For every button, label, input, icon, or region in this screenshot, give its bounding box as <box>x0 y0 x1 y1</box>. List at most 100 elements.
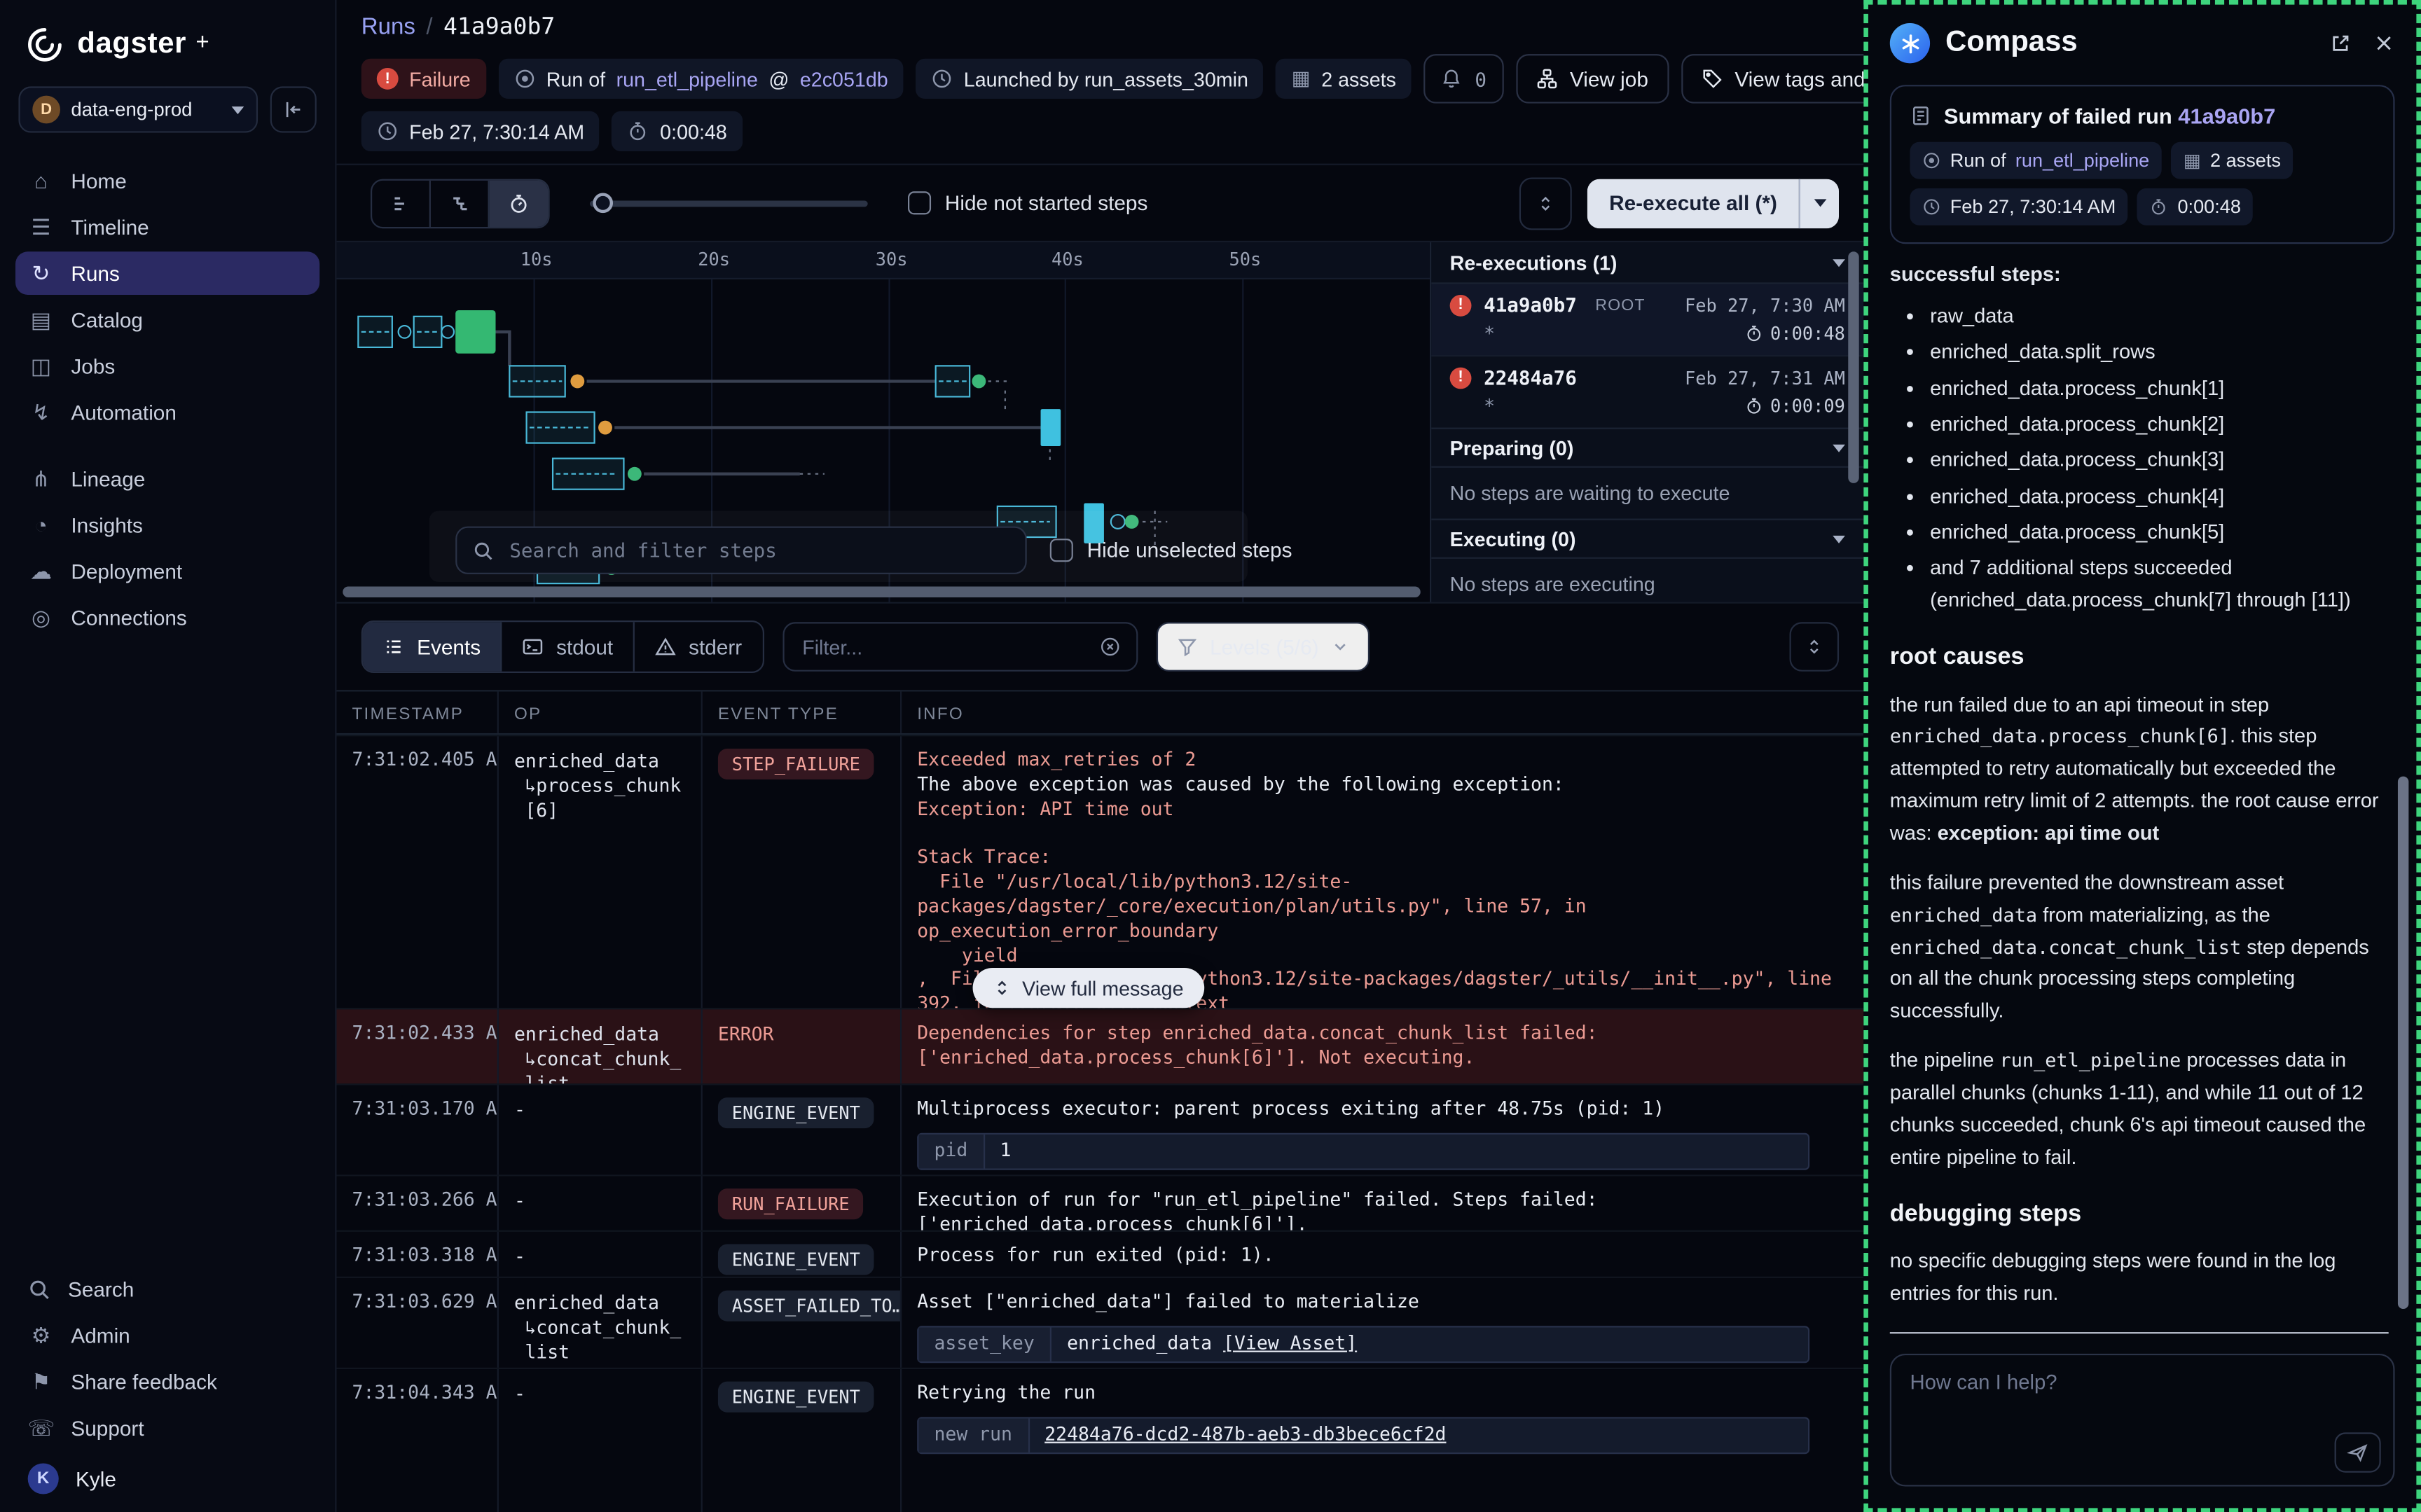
summary-pipeline-link[interactable]: run_etl_pipeline <box>2015 150 2149 172</box>
sidebar-item-search[interactable]: Search <box>15 1268 319 1311</box>
view-full-message-button[interactable]: View full message <box>973 968 1204 1008</box>
sort-order-button[interactable] <box>1790 622 1840 672</box>
filter-box[interactable] <box>782 622 1138 672</box>
collapse-sidebar-button[interactable] <box>270 86 317 132</box>
gantt-section: 10s20s30s40s50s <box>336 241 1863 602</box>
event-log-row[interactable]: 7:31:03.266 AM-RUN_FAILUREExecution of r… <box>336 1174 1863 1230</box>
send-button[interactable] <box>2335 1432 2381 1472</box>
tab-stderr[interactable]: stderr <box>635 622 762 672</box>
runs-icon: ↻ <box>28 260 54 286</box>
metadata-link[interactable]: [View Asset] <box>1223 1332 1357 1354</box>
sidebar-item-runs[interactable]: ↻Runs <box>15 251 319 295</box>
compass-input[interactable] <box>1891 1355 2393 1485</box>
executing-header[interactable]: Executing (0) <box>1431 519 1863 559</box>
tab-stdout[interactable]: stdout <box>502 622 635 672</box>
event-op: enriched_data↳process_chunk[6] <box>499 736 703 1008</box>
commit-link[interactable]: e2c051db <box>800 67 888 90</box>
close-icon[interactable] <box>2373 32 2395 54</box>
event-info: Dependencies for step enriched_data.conc… <box>902 1009 1863 1083</box>
sidebar-item-connections[interactable]: ◎Connections <box>15 596 319 639</box>
steps-search-box[interactable] <box>455 527 1027 574</box>
re-execution-run[interactable]: !41a9a0b7ROOTFeb 27, 7:30 AM*0:00:48 <box>1431 284 1863 357</box>
sidebar-item-label: Share feedback <box>71 1370 216 1393</box>
steps-search-input[interactable] <box>506 537 1010 563</box>
sidebar-item-deployment[interactable]: ☁Deployment <box>15 550 319 593</box>
checkbox-box[interactable] <box>1050 539 1073 562</box>
timed-view-button[interactable] <box>490 180 549 226</box>
hide-unselected-checkbox[interactable]: Hide unselected steps <box>1050 539 1292 562</box>
event-log-row[interactable]: 7:31:03.318 AM-ENGINE_EVENTProcess for r… <box>336 1230 1863 1277</box>
event-log-row[interactable]: 7:31:02.433 AMenriched_data↳concat_chunk… <box>336 1008 1863 1083</box>
assets-grid-icon: ▦ <box>1292 67 1311 91</box>
pipeline-link[interactable]: run_etl_pipeline <box>616 67 758 90</box>
log-tabs: Eventsstdoutstderr <box>361 620 764 673</box>
assets-badge[interactable]: ▦ 2 assets <box>1276 59 1412 99</box>
filter-input[interactable] <box>799 634 1087 660</box>
sidebar-item-share-feedback[interactable]: ⚑Share feedback <box>15 1360 319 1403</box>
run-id[interactable]: 22484a76 <box>1484 366 1577 389</box>
levels-dropdown[interactable]: Levels (5/6) <box>1156 622 1370 672</box>
re-execute-options-button[interactable] <box>1799 179 1839 228</box>
event-log-row[interactable]: 7:31:04.343 AM-ENGINE_EVENTRetrying the … <box>336 1368 1863 1512</box>
compass-scrollbar[interactable] <box>2398 777 2408 1309</box>
re-execute-all-button[interactable]: Re-execute all (*) <box>1587 179 1799 228</box>
run-id[interactable]: 41a9a0b7 <box>1484 293 1577 317</box>
re-executions-scrollbar[interactable] <box>1848 251 1858 483</box>
run-summary-card[interactable]: Summary of failed run 41a9a0b7 Run of ru… <box>1890 85 2395 244</box>
preparing-header[interactable]: Preparing (0) <box>1431 428 1863 468</box>
checkbox-box[interactable] <box>908 191 931 214</box>
slider-knob[interactable] <box>593 192 613 212</box>
run-of-badge[interactable]: Run of run_etl_pipeline @ e2c051db <box>498 59 903 99</box>
hide-not-started-checkbox[interactable]: Hide not started steps <box>908 191 1147 214</box>
flat-view-button[interactable] <box>372 180 431 226</box>
sidebar-item-lineage[interactable]: ⋔Lineage <box>15 457 319 500</box>
sidebar-item-support[interactable]: ☏Support <box>15 1406 319 1450</box>
gantt-chart[interactable]: Hide unselected steps <box>336 279 1429 602</box>
assets-grid-icon: ▦ <box>2184 150 2201 172</box>
re-executions-title: Re-executions (1) <box>1450 251 1618 274</box>
event-log-row[interactable]: 7:31:03.629 AMenriched_data↳concat_chunk… <box>336 1277 1863 1368</box>
event-type-badge: ENGINE_EVENT <box>718 1097 874 1128</box>
info-line: Execution of run for "run_etl_pipeline" … <box>917 1188 1851 1230</box>
tab-events[interactable]: Events <box>363 622 502 672</box>
warning-icon <box>655 636 677 658</box>
event-log-row[interactable]: 7:31:03.170 AM-ENGINE_EVENTMultiprocess … <box>336 1083 1863 1174</box>
summary-run-of-label: Run of <box>1950 150 2006 172</box>
preparing-empty-text: No steps are waiting to execute <box>1431 468 1863 520</box>
clear-filter-icon[interactable] <box>1098 636 1120 658</box>
open-in-new-icon[interactable] <box>2330 32 2352 54</box>
event-timestamp: 7:31:02.433 AM <box>336 1009 498 1083</box>
breadcrumb-runs-link[interactable]: Runs <box>361 14 415 40</box>
sidebar-item-timeline[interactable]: ☰Timeline <box>15 205 319 249</box>
gantt-toolbar: Hide not started steps Re-execute all (*… <box>336 164 1863 241</box>
event-op: enriched_data↳concat_chunk_list <box>499 1278 703 1368</box>
timeline-icon: ☰ <box>28 214 54 240</box>
sidebar-item-insights[interactable]: ◔Insights <box>15 504 319 547</box>
sidebar-item-automation[interactable]: ↯Automation <box>15 391 319 434</box>
event-log-row[interactable]: 7:31:02.405 AMenriched_data↳process_chun… <box>336 735 1863 1008</box>
metadata-link[interactable]: 22484a76-dcd2-487b-aeb3-db3bece6cf2d <box>1044 1423 1446 1445</box>
stopwatch-icon <box>1744 396 1763 415</box>
alerts-button[interactable]: 0 <box>1424 54 1504 104</box>
gantt-horizontal-scrollbar[interactable] <box>343 587 1420 597</box>
event-type-badge: STEP_FAILURE <box>718 749 874 779</box>
launched-by-badge[interactable]: Launched by run_assets_30min <box>916 59 1264 99</box>
sidebar-item-home[interactable]: ⌂Home <box>15 159 319 202</box>
list-item: enriched_data.process_chunk[4] <box>1930 481 2389 513</box>
col-timestamp: TIMESTAMP <box>336 691 498 733</box>
view-job-button[interactable]: View job <box>1516 54 1669 104</box>
sidebar-user[interactable]: K Kyle <box>0 1451 335 1494</box>
re-execution-run[interactable]: !22484a76Feb 27, 7:31 AM*0:00:09 <box>1431 356 1863 429</box>
sidebar-item-jobs[interactable]: ◫Jobs <box>15 345 319 388</box>
sidebar-item-admin[interactable]: ⚙Admin <box>15 1314 319 1357</box>
sidebar-item-catalog[interactable]: ▤Catalog <box>15 298 319 341</box>
sidebar-item-label: Search <box>68 1277 134 1301</box>
summary-run-id[interactable]: 41a9a0b7 <box>2178 104 2275 128</box>
expand-panel-button[interactable] <box>1519 176 1572 229</box>
axis-tick-label: 10s <box>520 249 553 270</box>
deployment-switcher[interactable]: D data-eng-prod <box>18 86 258 132</box>
waterfall-view-button[interactable] <box>431 180 490 226</box>
zoom-slider[interactable] <box>590 192 868 214</box>
re-executions-header[interactable]: Re-executions (1) <box>1431 242 1863 284</box>
sidebar-spacer <box>0 641 335 1266</box>
